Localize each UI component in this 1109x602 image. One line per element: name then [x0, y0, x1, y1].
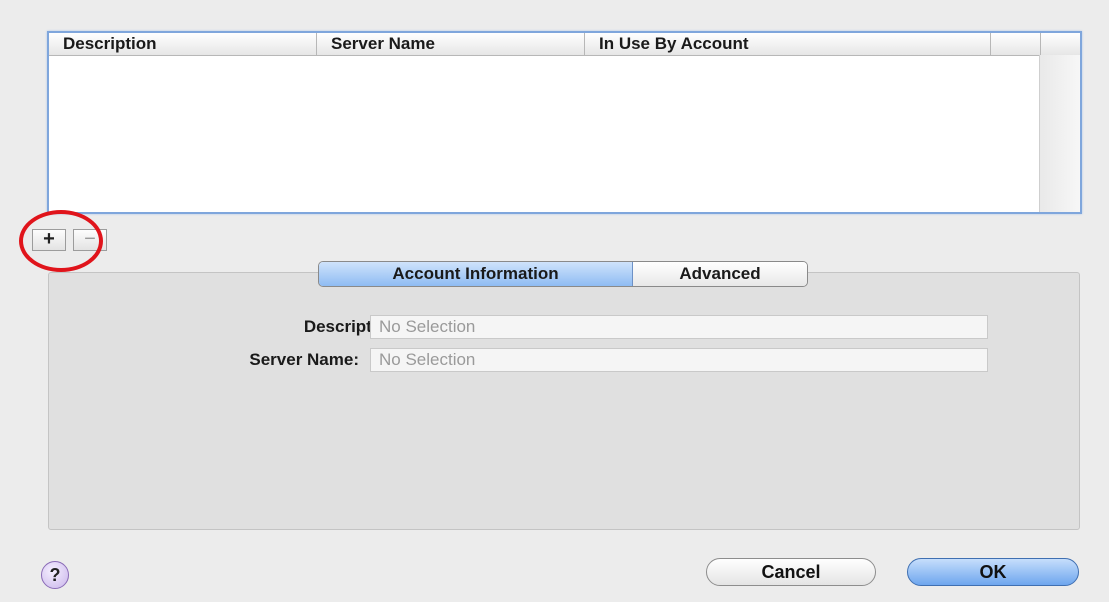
tab-panel: Description: No Selection Server Name: N…: [48, 272, 1080, 530]
tab-advanced[interactable]: Advanced: [633, 262, 807, 286]
column-in-use-by-account[interactable]: In Use By Account: [585, 33, 991, 55]
table-header: Description Server Name In Use By Accoun…: [49, 33, 1080, 56]
help-button[interactable]: ?: [41, 561, 69, 589]
description-field[interactable]: No Selection: [370, 315, 988, 339]
server-name-field[interactable]: No Selection: [370, 348, 988, 372]
ok-button[interactable]: OK: [907, 558, 1079, 586]
tab-account-information[interactable]: Account Information: [319, 262, 633, 286]
cancel-button[interactable]: Cancel: [706, 558, 876, 586]
server-name-label: Server Name:: [249, 350, 359, 369]
smtp-server-list-dialog: Description Server Name In Use By Accoun…: [0, 0, 1109, 602]
tab-bar: Account Information Advanced: [318, 261, 808, 287]
column-extra[interactable]: [991, 33, 1041, 55]
column-server-name[interactable]: Server Name: [317, 33, 585, 55]
column-description[interactable]: Description: [49, 33, 317, 55]
add-server-button[interactable]: +: [32, 229, 66, 251]
remove-server-button[interactable]: −: [73, 229, 107, 251]
table-scrollbar[interactable]: [1039, 55, 1080, 212]
server-table[interactable]: Description Server Name In Use By Accoun…: [47, 31, 1082, 214]
